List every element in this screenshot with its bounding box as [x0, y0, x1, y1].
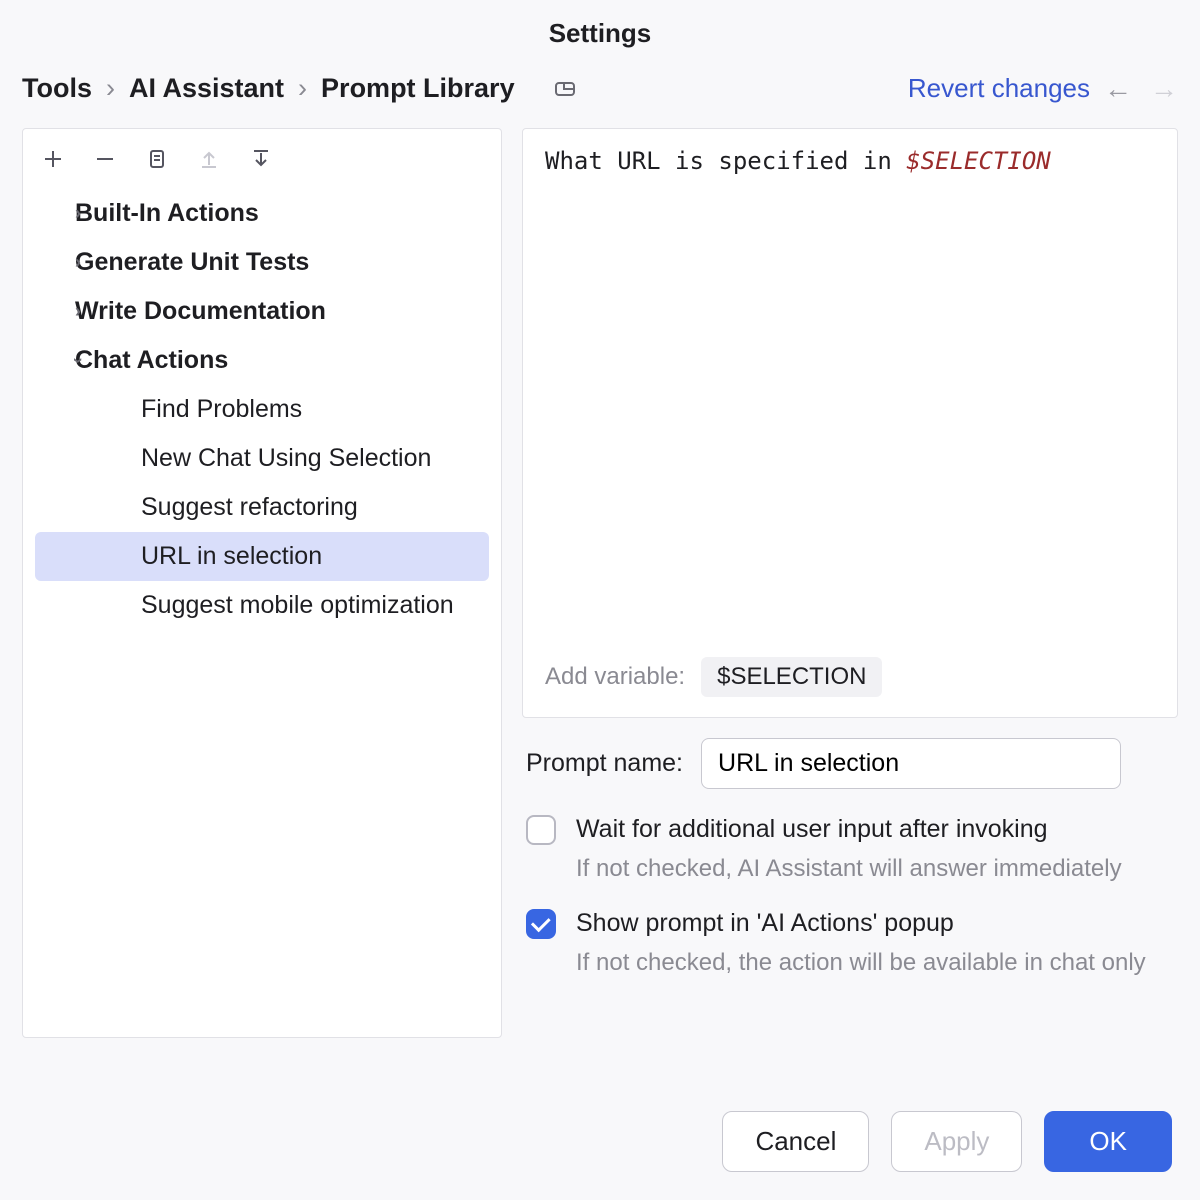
header-row: Tools › AI Assistant › Prompt Library Re… — [0, 73, 1200, 128]
show-popup-label: Show prompt in 'AI Actions' popup — [576, 909, 954, 938]
cancel-button[interactable]: Cancel — [722, 1111, 869, 1172]
breadcrumb-tools[interactable]: Tools — [22, 73, 92, 104]
breadcrumb-sep-icon: › — [106, 73, 115, 104]
forward-arrow-icon: → — [1150, 75, 1178, 103]
add-icon[interactable] — [41, 147, 65, 171]
ok-button[interactable]: OK — [1044, 1111, 1172, 1172]
tree-node-chat-actions[interactable]: ›Chat Actions — [23, 336, 501, 385]
variable-chip-selection[interactable]: $SELECTION — [701, 657, 882, 697]
prompt-tree-panel: ›Built-In Actions ›Generate Unit Tests ›… — [22, 128, 502, 1038]
prompt-name-input[interactable] — [701, 738, 1121, 789]
chevron-right-icon: › — [75, 203, 81, 224]
apply-button: Apply — [891, 1111, 1022, 1172]
tree-node-generate-tests[interactable]: ›Generate Unit Tests — [23, 238, 501, 287]
tree-item-mobile-optimization[interactable]: Suggest mobile optimization — [23, 581, 501, 630]
add-variable-label: Add variable: — [545, 663, 685, 691]
breadcrumb: Tools › AI Assistant › Prompt Library — [22, 73, 894, 104]
tree-item-suggest-refactoring[interactable]: Suggest refactoring — [23, 483, 501, 532]
prompt-editor[interactable]: What URL is specified in $SELECTION — [523, 129, 1177, 641]
tree-item-new-chat[interactable]: New Chat Using Selection — [23, 434, 501, 483]
history-nav: ← → — [1104, 75, 1178, 103]
show-popup-sub: If not checked, the action will be avail… — [576, 949, 1174, 977]
tree-node-builtin[interactable]: ›Built-In Actions — [23, 189, 501, 238]
export-icon — [197, 147, 221, 171]
tree-item-url-in-selection[interactable]: URL in selection — [35, 532, 489, 581]
tree-item-find-problems[interactable]: Find Problems — [23, 385, 501, 434]
wait-input-checkbox[interactable] — [526, 815, 556, 845]
prompt-tree: ›Built-In Actions ›Generate Unit Tests ›… — [23, 185, 501, 634]
remove-icon[interactable] — [93, 147, 117, 171]
copy-icon[interactable] — [145, 147, 169, 171]
chevron-down-icon: › — [68, 358, 89, 364]
tree-node-write-doc[interactable]: ›Write Documentation — [23, 287, 501, 336]
revert-changes-link[interactable]: Revert changes — [908, 73, 1090, 104]
wait-input-sub: If not checked, AI Assistant will answer… — [576, 855, 1174, 883]
tree-toolbar — [23, 129, 501, 185]
breadcrumb-prompt-library[interactable]: Prompt Library — [321, 73, 515, 104]
window-mode-icon[interactable] — [555, 82, 575, 96]
back-arrow-icon[interactable]: ← — [1104, 75, 1132, 103]
prompt-variable: $SELECTION — [906, 147, 1051, 175]
prompt-options: Prompt name: Wait for additional user in… — [522, 738, 1178, 1003]
show-popup-checkbox[interactable] — [526, 909, 556, 939]
add-variable-row: Add variable: $SELECTION — [523, 641, 1177, 717]
settings-title: Settings — [0, 0, 1200, 73]
dialog-footer: Cancel Apply OK — [0, 1087, 1200, 1200]
breadcrumb-sep-icon: › — [298, 73, 307, 104]
import-icon[interactable] — [249, 147, 273, 171]
prompt-name-label: Prompt name: — [526, 749, 683, 778]
wait-input-label: Wait for additional user input after inv… — [576, 815, 1048, 844]
breadcrumb-ai-assistant[interactable]: AI Assistant — [129, 73, 284, 104]
chevron-right-icon: › — [75, 301, 81, 322]
prompt-editor-panel: What URL is specified in $SELECTION Add … — [522, 128, 1178, 718]
chevron-right-icon: › — [75, 252, 81, 273]
prompt-text: What URL is specified in — [545, 147, 906, 175]
